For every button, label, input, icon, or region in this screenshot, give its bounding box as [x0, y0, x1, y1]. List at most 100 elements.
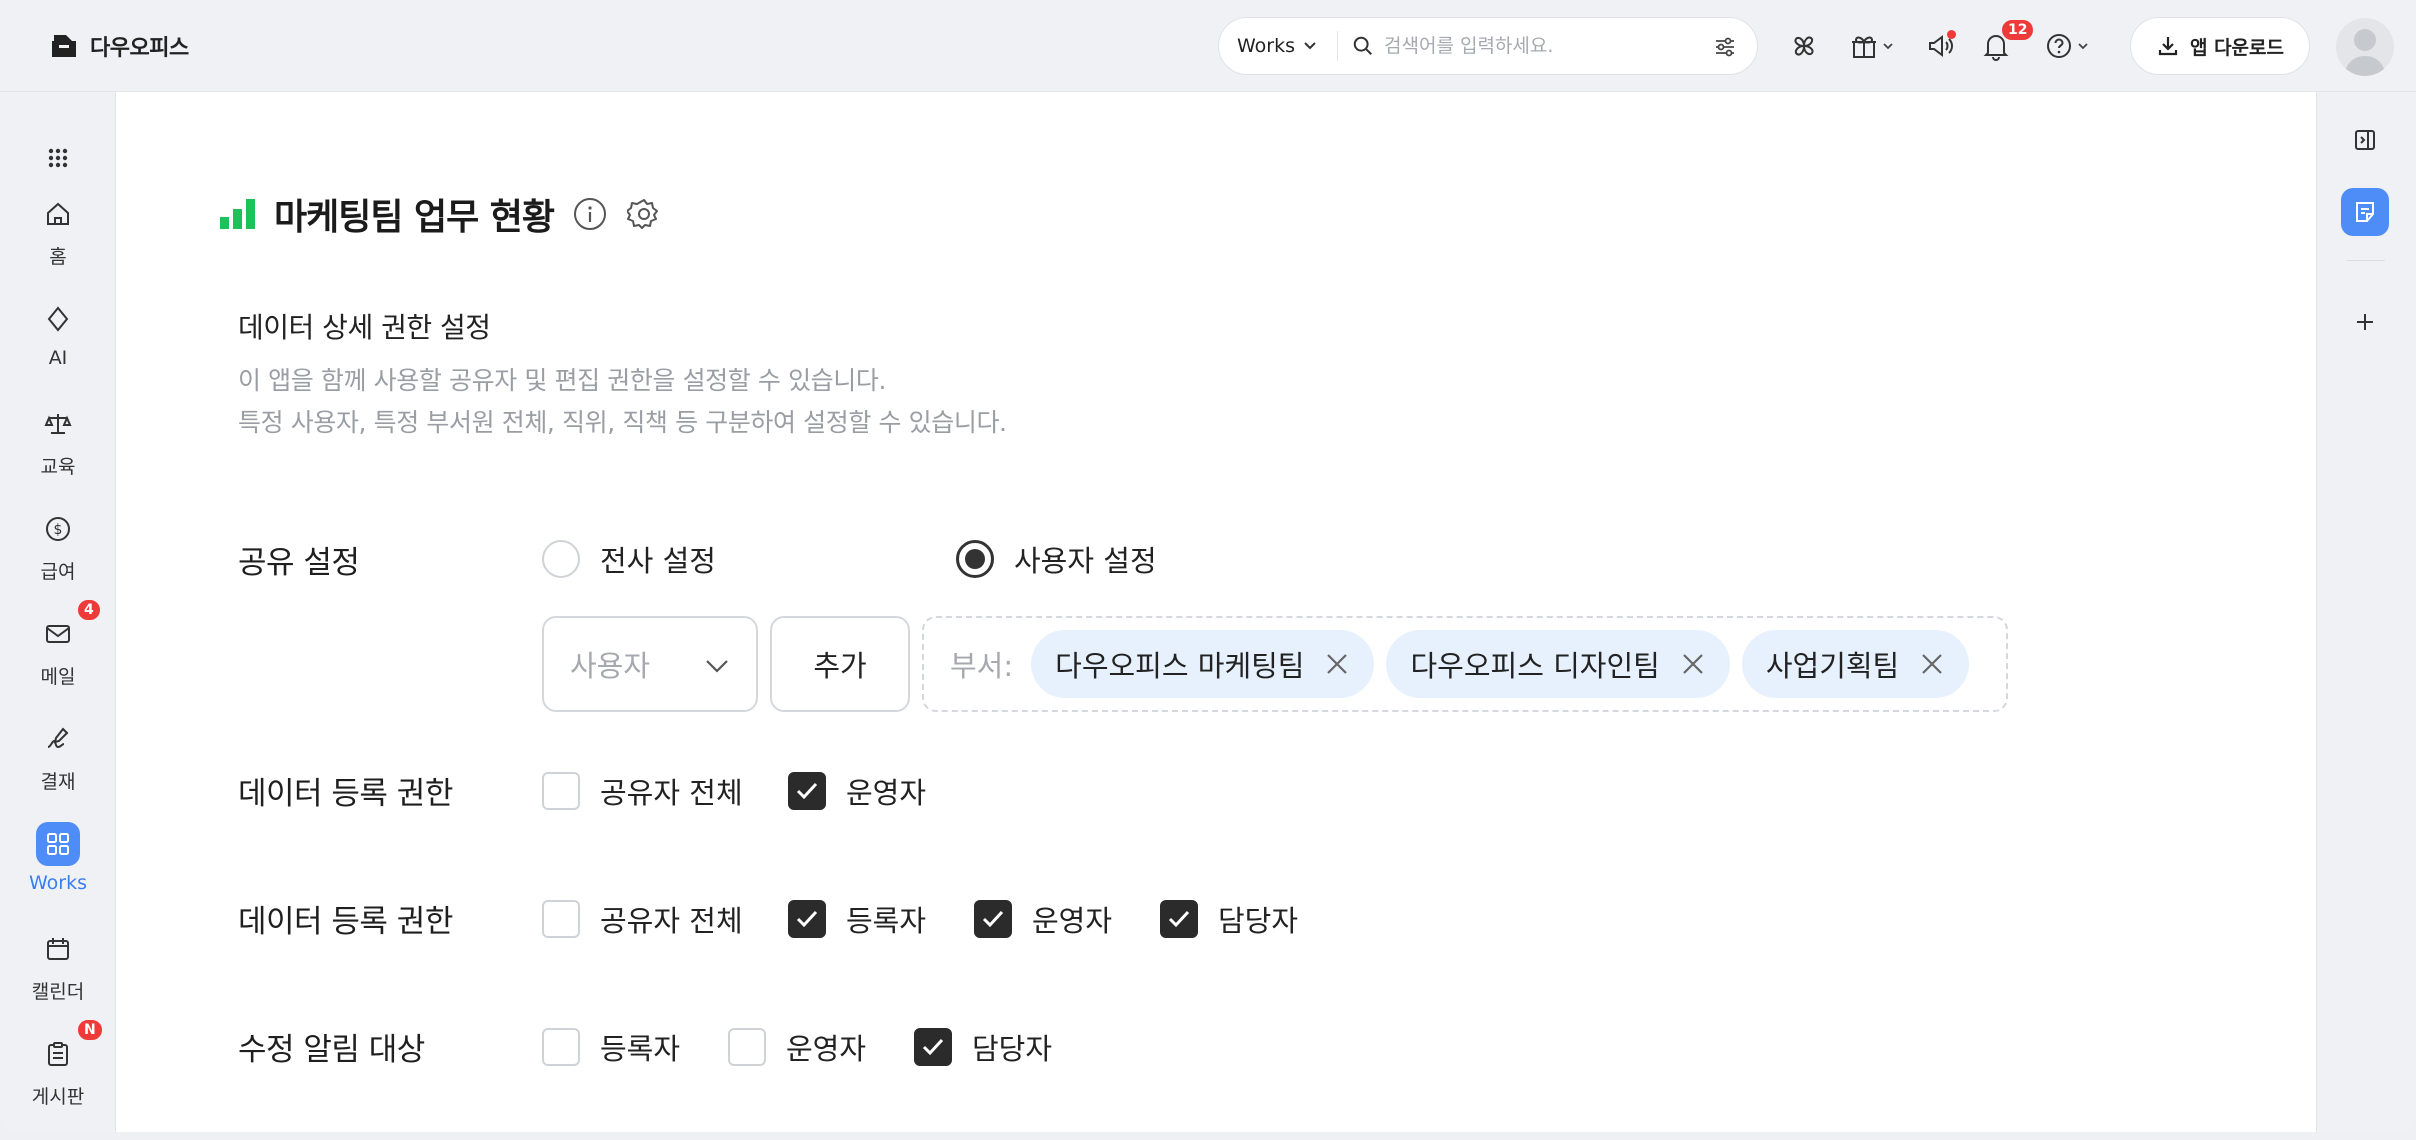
- radio-label: 전사 설정: [600, 544, 716, 578]
- collapse-panel-button[interactable]: [2341, 116, 2389, 164]
- panel-toggle-icon: [2355, 130, 2375, 150]
- check-icon: [796, 910, 818, 928]
- sidebar-item-works[interactable]: Works: [0, 822, 116, 894]
- edit-notification-target-label: 수정 알림 대상: [238, 1032, 425, 1068]
- add-widget-button[interactable]: [2341, 298, 2389, 346]
- checkbox-checked[interactable]: [1160, 900, 1198, 938]
- top-bar: 다우오피스 Works 검색어를 입력하세요. 12 앱 다운로드: [0, 0, 2416, 92]
- checkbox-assignee[interactable]: 담당자: [914, 1026, 1052, 1068]
- gear-icon: [627, 199, 659, 229]
- sidebar-item-label: 홈: [49, 246, 67, 268]
- chip-label: 다우오피스 디자인팀: [1410, 649, 1660, 683]
- avatar[interactable]: [2336, 18, 2394, 76]
- search-scope-label: Works: [1237, 35, 1296, 57]
- chart-bars-icon: [220, 199, 255, 229]
- scale-icon: [44, 414, 72, 434]
- plus-icon: [2357, 314, 2373, 330]
- sidebar-item-mail[interactable]: 메일 4: [0, 598, 116, 689]
- checkbox-operator[interactable]: 운영자: [974, 898, 1112, 940]
- mail-count-badge: 4: [76, 598, 102, 622]
- checkbox[interactable]: [542, 900, 580, 938]
- checkbox-label: 운영자: [846, 776, 927, 810]
- checkbox[interactable]: [542, 1028, 580, 1066]
- info-icon: [574, 198, 607, 230]
- sidebar-item-label: 결재: [40, 771, 76, 793]
- search-input[interactable]: [1384, 35, 1715, 57]
- section-description: 이 앱을 함께 사용할 공유자 및 편집 권한을 설정할 수 있습니다. 특정 …: [238, 360, 1007, 444]
- notification-count-badge: 12: [2000, 18, 2036, 42]
- sidebar-item-home[interactable]: 홈: [0, 192, 116, 269]
- sidebar-item-education[interactable]: 교육: [0, 402, 116, 479]
- data-register-permission-label: 데이터 등록 권한: [238, 776, 453, 812]
- department-chip: 다우오피스 디자인팀: [1386, 630, 1730, 698]
- checkbox-all-sharers[interactable]: 공유자 전체: [542, 898, 743, 940]
- gift-menu[interactable]: [1846, 28, 1898, 64]
- checkbox-all-sharers[interactable]: 공유자 전체: [542, 770, 743, 812]
- main-content: 마케팅팀 업무 현황 데이터 상세 권한 설정 이 앱을 함께 사용할 공유자 …: [116, 92, 2316, 1132]
- select-value: 사용자: [570, 649, 651, 683]
- checkbox-registrant[interactable]: 등록자: [788, 898, 926, 940]
- memo-button[interactable]: [2341, 188, 2389, 236]
- radio-company-wide[interactable]: 전사 설정: [542, 538, 716, 580]
- ai-icon: [47, 306, 69, 332]
- target-type-select[interactable]: 사용자: [542, 616, 758, 712]
- approval-icon: [47, 727, 69, 749]
- chip-label: 다우오피스 마케팅팀: [1055, 649, 1305, 683]
- checkbox-label: 등록자: [600, 1032, 681, 1066]
- checkbox-operator[interactable]: 운영자: [788, 770, 926, 812]
- close-icon[interactable]: [1680, 651, 1706, 677]
- radio-user-setting[interactable]: 사용자 설정: [956, 538, 1157, 580]
- checkbox[interactable]: [728, 1028, 766, 1066]
- settings-button[interactable]: [626, 196, 662, 232]
- search-scope-dropdown[interactable]: Works: [1219, 31, 1339, 61]
- check-icon: [922, 1038, 944, 1056]
- add-button[interactable]: 추가: [770, 616, 910, 712]
- chip-label: 사업기획팀: [1765, 649, 1900, 683]
- radio-label: 사용자 설정: [1014, 544, 1157, 578]
- checkbox-checked[interactable]: [788, 900, 826, 938]
- sidebar-item-label: Works: [28, 872, 87, 894]
- search-bar[interactable]: Works: [1218, 17, 1758, 75]
- memo-icon: [2356, 202, 2374, 222]
- sidebar-item-approval[interactable]: 결재: [0, 717, 116, 794]
- section-title: 데이터 상세 권한 설정: [238, 311, 491, 344]
- sidebar-item-calendar[interactable]: 캘린더: [0, 927, 116, 1004]
- info-button[interactable]: [572, 196, 608, 232]
- search-icon: [1353, 36, 1372, 55]
- calendar-icon: [47, 938, 69, 960]
- user-avatar-icon: [2344, 29, 2386, 76]
- mail-icon: [46, 625, 70, 643]
- sidebar-item-label: 게시판: [31, 1086, 85, 1108]
- app-download-button[interactable]: 앱 다운로드: [2130, 17, 2310, 75]
- data-register-permission-label: 데이터 등록 권한: [238, 904, 453, 940]
- pinwheel-icon[interactable]: [1786, 28, 1822, 64]
- checkbox-checked[interactable]: [974, 900, 1012, 938]
- sidebar-item-ai[interactable]: AI: [0, 297, 116, 369]
- help-menu[interactable]: [2040, 28, 2094, 64]
- close-icon[interactable]: [1324, 651, 1350, 677]
- checkbox-label: 운영자: [786, 1032, 867, 1066]
- radio-button[interactable]: [542, 540, 580, 578]
- left-sidebar: 홈 AI 교육 $ 급여 메일 4 결재 Works 캘린더 게시판 N: [0, 92, 116, 1132]
- radio-button-selected[interactable]: [956, 540, 994, 578]
- sidebar-item-board[interactable]: 게시판 N: [0, 1018, 116, 1109]
- checkbox-checked[interactable]: [788, 772, 826, 810]
- department-label: 부서:: [950, 649, 1014, 683]
- notification-bell[interactable]: 12: [1978, 18, 2036, 64]
- sidebar-item-label: AI: [48, 347, 68, 369]
- department-chip-field[interactable]: 부서: 다우오피스 마케팅팀 다우오피스 디자인팀 사업기획팀: [922, 616, 2008, 712]
- checkbox-operator[interactable]: 운영자: [728, 1026, 866, 1068]
- checkbox-registrant[interactable]: 등록자: [542, 1026, 680, 1068]
- filter-icon[interactable]: [1713, 35, 1737, 59]
- sidebar-item-payroll[interactable]: $ 급여: [0, 507, 116, 584]
- checkbox-checked[interactable]: [914, 1028, 952, 1066]
- app-name: 다우오피스: [90, 36, 189, 61]
- apps-grid-button[interactable]: [0, 136, 116, 180]
- brand[interactable]: 다우오피스: [48, 30, 189, 62]
- megaphone-icon[interactable]: [1922, 28, 1958, 64]
- share-setting-label: 공유 설정: [238, 545, 360, 581]
- checkbox[interactable]: [542, 772, 580, 810]
- checkbox-assignee[interactable]: 담당자: [1160, 898, 1298, 940]
- chevron-down-icon: [1304, 42, 1316, 50]
- close-icon[interactable]: [1919, 651, 1945, 677]
